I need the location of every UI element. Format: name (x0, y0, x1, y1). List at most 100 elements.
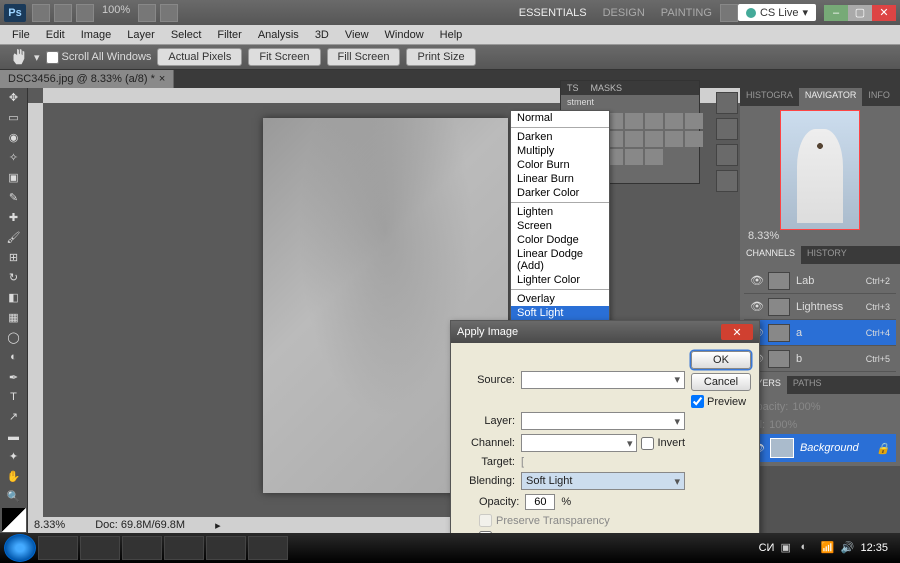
menu-image[interactable]: Image (73, 29, 120, 41)
dodge-tool[interactable]: ◐ (2, 348, 26, 366)
document-tab[interactable]: DSC3456.jpg @ 8.33% (a/8) * × (0, 70, 174, 88)
fill-screen-button[interactable]: Fill Screen (327, 48, 401, 66)
ok-button[interactable]: OK (691, 351, 751, 369)
lasso-tool[interactable]: ◉ (2, 129, 26, 147)
layer-thumbnail[interactable] (770, 438, 794, 458)
adj-icon[interactable] (685, 113, 703, 129)
channel-row[interactable]: 👁aCtrl+4 (744, 320, 896, 346)
eraser-tool[interactable]: ◧ (2, 288, 26, 306)
network-icon[interactable]: 📶 (820, 541, 834, 555)
scroll-all-checkbox[interactable]: Scroll All Windows (46, 51, 152, 64)
bridge-icon[interactable] (32, 4, 50, 22)
minimize-button[interactable]: – (824, 5, 848, 21)
dock-icon-1[interactable] (716, 92, 738, 114)
menu-window[interactable]: Window (377, 29, 432, 41)
tab-paths[interactable]: PATHS (787, 376, 828, 394)
hand-tool[interactable]: ✋ (2, 468, 26, 486)
workspace-painting[interactable]: PAINTING (653, 7, 720, 19)
menu-analysis[interactable]: Analysis (250, 29, 307, 41)
tab-adjustments[interactable]: TS (561, 81, 585, 95)
eye-icon[interactable]: 👁 (750, 274, 762, 287)
adj-icon[interactable] (665, 131, 683, 147)
move-tool[interactable]: ✥ (2, 89, 26, 107)
clock[interactable]: 12:35 (860, 542, 888, 554)
taskbar-item[interactable] (80, 536, 120, 560)
navigator-thumbnail[interactable] (780, 110, 860, 230)
source-select[interactable] (521, 371, 685, 389)
navigator-zoom[interactable]: 8.33% (748, 230, 779, 242)
blend-option[interactable]: Color Dodge (511, 233, 609, 247)
blend-option[interactable]: Linear Dodge (Add) (511, 247, 609, 273)
workspace-more-icon[interactable] (720, 4, 738, 22)
tab-history[interactable]: HISTORY (801, 246, 853, 264)
layers-fill-value[interactable]: 100% (769, 419, 797, 431)
print-size-button[interactable]: Print Size (406, 48, 475, 66)
dialog-close-button[interactable]: ✕ (721, 324, 753, 340)
dock-icon-3[interactable] (716, 144, 738, 166)
type-tool[interactable]: T (2, 388, 26, 406)
pen-tool[interactable]: ✒ (2, 368, 26, 386)
start-button[interactable] (4, 534, 36, 562)
blend-option[interactable]: Color Burn (511, 158, 609, 172)
layer-background[interactable]: 👁 Background 🔒 (744, 434, 896, 462)
taskbar-item[interactable] (248, 536, 288, 560)
hand-tool-icon[interactable] (8, 48, 28, 66)
taskbar-item[interactable] (122, 536, 162, 560)
wand-tool[interactable]: ✧ (2, 149, 26, 167)
adj-icon[interactable] (685, 131, 703, 147)
eye-icon[interactable]: 👁 (750, 300, 762, 313)
workspace-design[interactable]: DESIGN (595, 7, 653, 19)
adj-icon[interactable] (665, 113, 683, 129)
arrange-icon[interactable] (138, 4, 156, 22)
menu-3d[interactable]: 3D (307, 29, 337, 41)
taskbar-item[interactable] (164, 536, 204, 560)
menu-select[interactable]: Select (163, 29, 210, 41)
adj-icon[interactable] (645, 131, 663, 147)
gradient-tool[interactable]: ▦ (2, 308, 26, 326)
dialog-titlebar[interactable]: Apply Image ✕ (451, 321, 759, 343)
actual-pixels-button[interactable]: Actual Pixels (157, 48, 242, 66)
blend-option[interactable]: Normal (511, 111, 609, 125)
adj-icon[interactable] (625, 131, 643, 147)
dock-icon-4[interactable] (716, 170, 738, 192)
blending-select[interactable]: Soft Light (521, 472, 685, 490)
preview-checkbox[interactable]: Preview (691, 395, 751, 408)
menu-view[interactable]: View (337, 29, 377, 41)
healing-tool[interactable]: ✚ (2, 209, 26, 227)
fit-screen-button[interactable]: Fit Screen (248, 48, 320, 66)
brush-tool[interactable]: 🖌 (2, 229, 26, 247)
menu-edit[interactable]: Edit (38, 29, 73, 41)
tool-preset-dropdown[interactable]: ▾ (34, 51, 40, 64)
tab-navigator[interactable]: NAVIGATOR (799, 88, 863, 106)
adj-icon[interactable] (625, 149, 643, 165)
tray-icon[interactable]: ▣ (780, 541, 794, 555)
blend-option[interactable]: Darker Color (511, 186, 609, 200)
close-tab-icon[interactable]: × (159, 73, 165, 85)
zoom-tool[interactable]: 🔍 (2, 488, 26, 506)
close-button[interactable]: ✕ (872, 5, 896, 21)
channel-row[interactable]: 👁LabCtrl+2 (744, 268, 896, 294)
blend-option[interactable]: Multiply (511, 144, 609, 158)
screenmode-icon[interactable] (160, 4, 178, 22)
status-arrow-icon[interactable]: ▸ (215, 519, 221, 532)
blend-option[interactable]: Darken (511, 130, 609, 144)
view-extras-icon[interactable] (76, 4, 94, 22)
blend-option[interactable]: Lighten (511, 205, 609, 219)
invert-checkbox[interactable]: Invert (641, 437, 685, 450)
menu-filter[interactable]: Filter (209, 29, 249, 41)
layers-opacity-value[interactable]: 100% (792, 401, 820, 413)
blend-option[interactable]: Lighter Color (511, 273, 609, 287)
marquee-tool[interactable]: ▭ (2, 109, 26, 127)
tab-histogram[interactable]: HISTOGRA (740, 88, 799, 106)
path-tool[interactable]: ↗ (2, 408, 26, 426)
zoom-dropdown[interactable]: 100% (98, 4, 134, 22)
taskbar-item[interactable] (206, 536, 246, 560)
channel-row[interactable]: 👁LightnessCtrl+3 (744, 294, 896, 320)
blend-option[interactable]: Linear Burn (511, 172, 609, 186)
opacity-input[interactable] (525, 494, 555, 510)
status-zoom[interactable]: 8.33% (34, 519, 65, 531)
adj-icon[interactable] (625, 113, 643, 129)
dock-icon-2[interactable] (716, 118, 738, 140)
color-swatch[interactable] (2, 508, 26, 532)
adj-icon[interactable] (645, 113, 663, 129)
